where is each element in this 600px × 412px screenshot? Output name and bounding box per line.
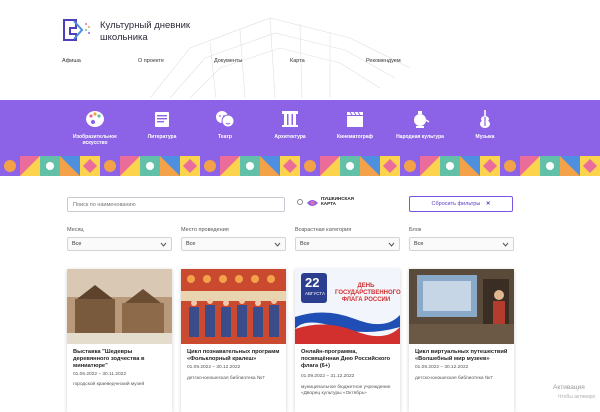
pushkin-card-radio[interactable] [297,199,303,205]
category-label: Театр [218,134,232,140]
chevron-down-icon [388,242,395,247]
select-value: Все [300,241,310,247]
reset-filters-label: Сбросить фильтры [431,201,481,207]
event-card-date: 01.06.2022 – 30.11.2022 [73,372,126,377]
category-theatre[interactable]: Театр [195,108,255,140]
nav-item-afisha[interactable]: Афиша [62,58,81,64]
event-image-virtual-museum [409,269,514,344]
event-image-wooden-models [67,269,172,344]
filter-label-age: Возрастная категория [295,227,352,233]
category-label: Кинематограф [336,134,373,140]
main-nav: Афиша О проекте Документы Карта Рекоменд… [0,58,600,70]
flag-day-heading: ДЕНЬ ГОСУДАРСТВЕННОГО ФЛАГА РОССИИ [335,283,401,303]
category-fine-art[interactable]: Изобразительное искусство [65,108,125,146]
pushkin-card-label: ПУШКИНСКАЯ КАРТА [321,196,354,206]
theatre-masks-icon [216,111,235,128]
event-card-title: Цикл познавательных программ «Фольклорны… [187,349,280,362]
event-card[interactable]: Цикл познавательных программ «Фольклорны… [181,269,286,412]
age-select[interactable]: Все [295,237,400,251]
filter-label-place: Место проведения [181,227,229,233]
block-select[interactable]: Все [409,237,514,251]
event-card-date: 01.09.2022 – 30.12.2022 [415,365,469,370]
place-select[interactable]: Все [181,237,286,251]
samovar-icon [414,111,430,128]
chevron-down-icon [160,242,167,247]
event-card-place: детско-юношеская библиотека №7 [187,376,265,381]
event-card-place: городской краеведческий музей [73,382,145,387]
event-card[interactable]: Цикл виртуальных путешествий «Волшебный … [409,269,514,412]
event-card-date: 01.09.2022 – 30.12.2022 [187,365,241,370]
clapperboard-icon [347,111,363,127]
nav-item-recommended[interactable]: Рекомендуем [366,58,401,64]
nav-item-about[interactable]: О проекте [138,58,164,64]
category-label: Архитектура [274,134,306,140]
filter-label-month: Месяц [67,227,84,233]
windows-activation-watermark-subtext: Чтобы активиро [558,394,596,400]
search-input[interactable] [67,197,285,212]
event-card-title: Выставка "Шедевры деревянного зодчества … [73,349,145,369]
event-card[interactable]: Выставка "Шедевры деревянного зодчества … [67,269,172,412]
palette-icon [86,111,104,127]
select-value: Все [72,241,82,247]
event-card-place: муниципальное бюджетное учреждение «Двор… [301,385,391,396]
category-literature[interactable]: Литература [132,108,192,140]
category-architecture[interactable]: Архитектура [260,108,320,140]
site-title: Культурный дневник школьника [100,20,191,43]
chevron-down-icon [502,242,509,247]
nav-item-map[interactable]: Карта [290,58,305,64]
category-label: Народная культура [396,134,444,140]
select-value: Все [186,241,196,247]
category-label: Изобразительное искусство [73,134,117,146]
column-icon [282,111,298,127]
site-logo-icon[interactable] [62,18,92,42]
category-cinema[interactable]: Кинематограф [325,108,385,140]
category-band: Изобразительное искусство Литература Теа… [0,100,600,158]
filter-label-block: Блок [409,227,422,233]
category-music[interactable]: Музыка [455,108,515,140]
pushkin-card-logo-icon [307,200,318,206]
reset-filters-button[interactable]: Сбросить фильтры ✕ [409,196,513,212]
flag-day-month: АВГУСТА [305,291,325,296]
event-card-date: 01.09.2022 – 31.12.2022 [301,374,355,379]
close-icon: ✕ [485,201,491,207]
category-label: Литература [147,134,177,140]
violin-icon [480,110,490,128]
book-icon [155,112,169,127]
event-card-title: Онлайн-программа, посвящённая Дню Россий… [301,349,391,369]
event-card-title: Цикл виртуальных путешествий «Волшебный … [415,349,508,362]
decorative-pattern-strip [0,156,600,176]
category-label: Музыка [475,134,495,140]
flag-day-date-number: 22 [305,275,320,290]
event-card-place: детско-юношеская библиотека №7 [415,376,493,381]
select-value: Все [414,241,424,247]
month-select[interactable]: Все [67,237,172,251]
category-folk-culture[interactable]: Народная культура [390,108,450,140]
nav-item-documents[interactable]: Документы [214,58,242,64]
event-image-folklore-group [181,269,286,344]
site-header: Культурный дневник школьника Афиша О про… [0,0,600,100]
chevron-down-icon [274,242,281,247]
windows-activation-watermark: Активация [553,384,585,391]
event-card[interactable]: 22 АВГУСТА ДЕНЬ ГОСУДАРСТВЕННОГО ФЛАГА Р… [295,269,401,412]
